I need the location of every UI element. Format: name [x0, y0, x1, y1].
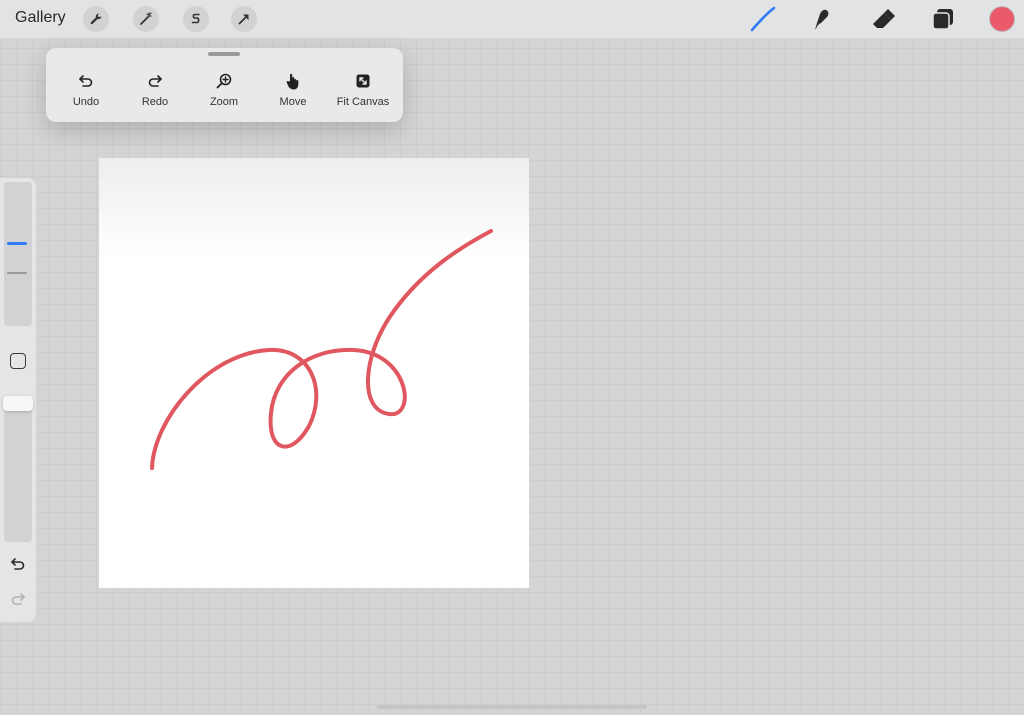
magic-wand-icon[interactable] [133, 6, 159, 32]
brush-size-marker [7, 272, 27, 274]
color-swatch[interactable] [989, 6, 1015, 32]
wrench-icon[interactable] [83, 6, 109, 32]
move-label: Move [279, 96, 307, 108]
left-sidebar [0, 178, 36, 622]
undo-icon [79, 75, 93, 87]
home-indicator [377, 705, 647, 709]
fit-canvas-button[interactable]: Fit Canvas [328, 72, 398, 108]
brush-opacity-slider[interactable] [4, 398, 32, 542]
redo-icon [148, 75, 162, 87]
undo-button[interactable]: Undo [51, 72, 121, 108]
selection-s-icon[interactable] [183, 6, 209, 32]
brush-size-indicator[interactable] [7, 242, 27, 245]
eraser-icon[interactable] [869, 5, 897, 33]
redo-icon[interactable] [9, 590, 27, 608]
popover-grabber[interactable] [208, 52, 240, 56]
layers-icon[interactable] [929, 5, 957, 33]
arrow-cursor-icon[interactable] [231, 6, 257, 32]
move-button[interactable]: Move [258, 72, 328, 108]
zoom-icon [216, 73, 232, 89]
smudge-icon[interactable] [809, 5, 837, 33]
undo-label: Undo [72, 96, 100, 108]
gallery-button[interactable]: Gallery [15, 9, 66, 27]
zoom-label: Zoom [209, 96, 239, 108]
top-toolbar: Gallery [0, 0, 1024, 38]
brush-icon[interactable] [749, 5, 777, 33]
hand-icon [286, 73, 299, 90]
stroke-layer [150, 229, 493, 470]
brush-size-slider[interactable] [4, 182, 32, 326]
opacity-slider-handle[interactable] [3, 396, 33, 411]
redo-label: Redo [141, 96, 169, 108]
red-brush-stroke [150, 229, 493, 470]
redo-button[interactable]: Redo [120, 72, 190, 108]
modify-button[interactable] [10, 353, 26, 369]
undo-icon[interactable] [9, 555, 27, 573]
fit-canvas-icon [356, 74, 370, 88]
view-options-popover: Undo Redo Zoom Move Fit Canvas [46, 48, 403, 122]
zoom-button[interactable]: Zoom [189, 72, 259, 108]
drawing-canvas[interactable] [99, 158, 529, 588]
fit-canvas-label: Fit Canvas [336, 96, 390, 108]
